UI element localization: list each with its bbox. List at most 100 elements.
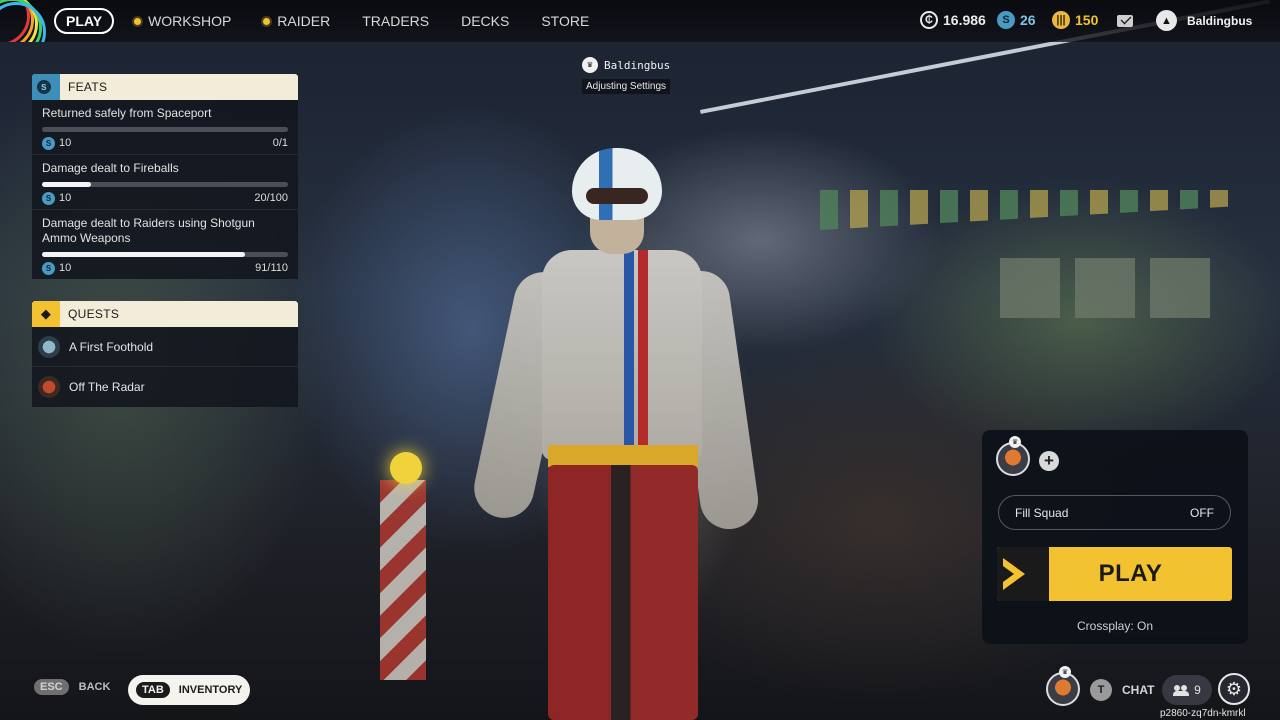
feats-panel: S FEATS Returned safely from Spaceport S… — [32, 74, 298, 279]
rainbow-logo — [0, 0, 46, 42]
chevron-right-icon — [997, 547, 1049, 601]
quest-item[interactable]: A First Foothold — [32, 327, 298, 367]
back-button[interactable]: ESC BACK — [34, 679, 110, 695]
friends-icon — [1173, 684, 1190, 696]
quest-giver-avatar — [38, 376, 60, 398]
profile-badge-icon: ▲ — [1156, 10, 1177, 31]
notification-dot-icon — [263, 17, 271, 25]
quests-panel: ◆ QUESTS A First Foothold Off The Radar — [32, 301, 298, 407]
settings-gear-button[interactable]: ⚙ — [1218, 673, 1250, 705]
token-coin-icon: S — [42, 191, 55, 205]
nav-tab-label: WORKSHOP — [148, 13, 232, 29]
notification-dot-icon — [134, 17, 142, 25]
gear-icon: ⚙ — [1225, 678, 1243, 699]
fill-squad-toggle[interactable]: Fill Squad OFF — [998, 495, 1231, 530]
raider-character — [468, 140, 762, 720]
character-goggles — [586, 188, 648, 204]
character-torso — [542, 250, 702, 460]
crown-icon: ♛ — [582, 57, 598, 73]
tokens-amount: 26 — [1020, 12, 1036, 28]
feat-progress: 91/110 — [255, 262, 288, 274]
token-coin-icon: S — [42, 261, 55, 275]
feat-progress-bar — [42, 252, 288, 257]
quests-title: QUESTS — [68, 307, 120, 321]
token-coin-icon: S — [42, 136, 55, 150]
character-helmet — [572, 148, 662, 220]
currency-gold[interactable]: ||| 150 — [1052, 11, 1098, 29]
feat-item[interactable]: Returned safely from Spaceport S 10 0/1 — [32, 100, 298, 155]
token-coin-icon: S — [997, 11, 1015, 29]
feats-header: S FEATS — [32, 74, 298, 100]
nav-tab-raider[interactable]: RAIDER — [263, 8, 330, 34]
feats-icon: S — [32, 74, 60, 100]
monitor-screens — [1000, 258, 1225, 318]
gold-coin-icon: ||| — [1052, 11, 1070, 29]
quest-item[interactable]: Off The Radar — [32, 367, 298, 407]
fill-squad-value: OFF — [1190, 505, 1214, 520]
nav-tab-decks[interactable]: DECKS — [461, 8, 509, 34]
feat-progress-fill — [42, 182, 92, 187]
fill-squad-label: Fill Squad — [1015, 505, 1069, 520]
character-stripe — [638, 250, 648, 450]
main-nav: PLAY WORKSHOP RAIDER TRADERS DECKS STORE — [54, 8, 621, 34]
feat-progress: 0/1 — [272, 137, 288, 149]
status-activity: Adjusting Settings — [582, 79, 671, 94]
character-belt — [548, 445, 698, 467]
friends-button[interactable]: 9 — [1162, 675, 1212, 705]
quest-title: Off The Radar — [69, 380, 145, 394]
profile-button[interactable]: ▲ Baldingbus — [1156, 10, 1252, 31]
session-id: p2860-zq7dn-kmrkl — [1160, 708, 1246, 719]
feat-title: Returned safely from Spaceport — [42, 106, 212, 120]
nav-tab-play[interactable]: PLAY — [54, 8, 115, 34]
mail-icon[interactable] — [1117, 15, 1133, 27]
feat-item[interactable]: Damage dealt to Raiders using Shotgun Am… — [32, 210, 298, 279]
feat-reward: 10 — [59, 192, 72, 204]
nav-tab-traders[interactable]: TRADERS — [362, 8, 429, 34]
crown-icon: ♛ — [1009, 436, 1021, 448]
chat-button[interactable]: CHAT — [1122, 683, 1154, 697]
friends-count: 9 — [1194, 683, 1201, 697]
player-status: ♛ Baldingbus Adjusting Settings — [582, 57, 670, 94]
profile-name: Baldingbus — [1187, 13, 1253, 28]
esc-key-hint: ESC — [34, 679, 69, 695]
nav-tab-workshop[interactable]: WORKSHOP — [134, 8, 231, 34]
inventory-button[interactable]: TAB INVENTORY — [128, 675, 251, 705]
feat-title: Damage dealt to Raiders using Shotgun Am… — [42, 216, 255, 245]
feat-progress: 20/100 — [254, 192, 288, 204]
quests-header: ◆ QUESTS — [32, 301, 298, 327]
crown-icon: ♛ — [1059, 666, 1071, 678]
feat-reward: 10 — [59, 137, 72, 149]
play-button[interactable]: PLAY — [997, 547, 1232, 601]
bunting-flags — [820, 190, 1240, 230]
player-avatar[interactable]: ♛ — [1046, 666, 1080, 706]
tab-key-hint: TAB — [136, 682, 170, 698]
inventory-label: INVENTORY — [178, 684, 243, 696]
character-legs — [548, 465, 698, 720]
chat-key-hint: T — [1090, 679, 1112, 701]
feat-item[interactable]: Damage dealt to Fireballs S 10 20/100 — [32, 155, 298, 210]
feat-reward: 10 — [59, 262, 72, 274]
character-stripe — [624, 250, 634, 450]
feat-title: Damage dealt to Fireballs — [42, 161, 179, 175]
status-player-name: Baldingbus — [604, 58, 671, 72]
feat-progress-fill — [42, 252, 246, 257]
currency-tokens[interactable]: S 26 — [997, 11, 1036, 29]
feat-progress-bar — [42, 182, 288, 187]
nav-tab-label: RAIDER — [277, 13, 331, 29]
feats-title: FEATS — [68, 80, 108, 94]
squad-panel: ♛ + Fill Squad OFF PLAY Crossplay: On — [982, 430, 1248, 644]
back-label: BACK — [78, 681, 111, 693]
currency-creds[interactable]: ₵ 16.986 — [920, 11, 986, 29]
quest-giver-avatar — [38, 335, 60, 358]
play-button-label: PLAY — [1098, 560, 1163, 587]
quest-diamond-icon: ◆ — [32, 301, 60, 327]
crossplay-status: Crossplay: On — [1076, 619, 1154, 633]
top-nav-bar: PLAY WORKSHOP RAIDER TRADERS DECKS STORE… — [0, 0, 1280, 42]
feat-progress-bar — [42, 127, 288, 132]
invite-player-button[interactable]: + — [1039, 451, 1059, 471]
squad-leader-avatar[interactable]: ♛ — [996, 436, 1030, 476]
gold-amount: 150 — [1075, 12, 1099, 28]
creds-coin-icon: ₵ — [920, 11, 938, 29]
quest-title: A First Foothold — [69, 339, 154, 354]
nav-tab-store[interactable]: STORE — [541, 8, 589, 34]
